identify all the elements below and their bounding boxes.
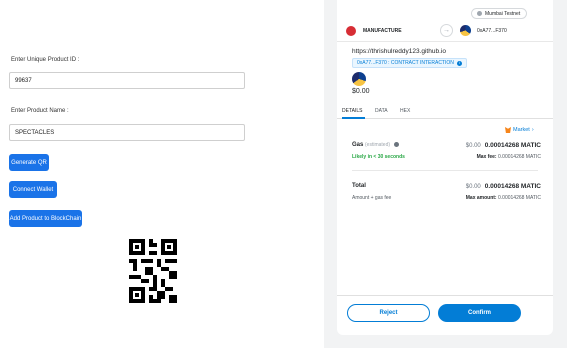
total-label-group: Total (352, 183, 366, 189)
product-id-label: Enter Unique Product ID : (11, 57, 80, 63)
contract-interaction-badge[interactable]: 0xA77...F370 : CONTRACT INTERACTION i (352, 58, 467, 68)
max-amount-value: 0.00014268 MATIC (498, 195, 541, 201)
gas-sub-label: (estimated) (365, 142, 391, 149)
to-account-address[interactable]: 0xA77...F370 (477, 28, 507, 34)
connect-wallet-button[interactable]: Connect Wallet (9, 181, 57, 198)
gas-info-icon[interactable] (393, 142, 399, 147)
metamask-panel: Mumbai Testnet MANUFACTURE → 0xA77...F37… (324, 0, 567, 348)
transaction-amount: $0.00 (352, 88, 370, 95)
to-account-avatar (460, 25, 471, 36)
max-fee-value: 0.00014268 MATIC (498, 154, 541, 160)
product-id-input[interactable]: 99637 (9, 72, 245, 89)
account-row: MANUFACTURE → 0xA77...F370 (337, 20, 553, 42)
section-divider (352, 170, 538, 171)
network-selector[interactable]: Mumbai Testnet (471, 8, 528, 19)
gas-amount: 0.00014268 MATIC (484, 142, 541, 149)
total-sub-label: Amount + gas fee (352, 195, 392, 201)
total-fiat: $0.00 (465, 184, 481, 190)
chevron-right-icon: › (531, 127, 534, 133)
gas-fiat: $0.00 (465, 143, 481, 149)
token-icon (352, 72, 366, 86)
product-name-input[interactable]: SPECTACLES (9, 124, 245, 141)
gas-market-button[interactable]: Market › (505, 127, 534, 133)
info-icon: i (456, 60, 462, 66)
qr-code-image (129, 239, 177, 303)
market-label: Market (513, 127, 530, 133)
reject-button[interactable]: Reject (347, 304, 430, 322)
generate-qr-button[interactable]: Generate QR (9, 154, 49, 171)
metamask-fox-icon (505, 127, 511, 133)
gas-value: $0.00 0.00014268 MATIC (466, 142, 541, 149)
confirm-button[interactable]: Confirm (438, 304, 521, 322)
total-amount: 0.00014268 MATIC (484, 183, 541, 190)
gas-eta: Likely in < 30 seconds (352, 154, 405, 160)
tab-details[interactable]: DETAILS (342, 108, 362, 114)
footer-divider (337, 295, 553, 296)
from-account-avatar (346, 25, 356, 36)
max-fee-row: Max fee: 0.00014268 MATIC (477, 154, 541, 160)
max-amount-label: Max amount: (465, 195, 497, 201)
details-tabs: DETAILS DATA HEX (337, 103, 553, 119)
max-amount-row: Max amount: 0.00014268 MATIC (466, 195, 541, 201)
active-tab-indicator (342, 117, 365, 119)
total-label: Total (352, 183, 366, 189)
arrow-right-icon: → (440, 24, 453, 37)
from-account-name: MANUFACTURE (363, 27, 402, 34)
add-product-button[interactable]: Add Product to BlockChain (9, 210, 82, 227)
gas-label-group: Gas (estimated) (352, 142, 399, 148)
confirmation-card: Mumbai Testnet MANUFACTURE → 0xA77...F37… (337, 0, 553, 335)
network-dot-icon (477, 11, 482, 16)
product-name-label: Enter Product Name : (11, 108, 69, 114)
tab-data[interactable]: DATA (375, 108, 388, 114)
total-value: $0.00 0.00014268 MATIC (466, 183, 541, 190)
tab-hex[interactable]: HEX (400, 108, 410, 114)
network-name: Mumbai Testnet (485, 10, 521, 17)
origin-url: https://thrishulreddy123.github.io (352, 48, 446, 55)
contract-interaction-label: 0xA77...F370 : CONTRACT INTERACTION (357, 60, 454, 66)
gas-label: Gas (352, 142, 364, 149)
max-fee-label: Max fee: (476, 154, 497, 160)
